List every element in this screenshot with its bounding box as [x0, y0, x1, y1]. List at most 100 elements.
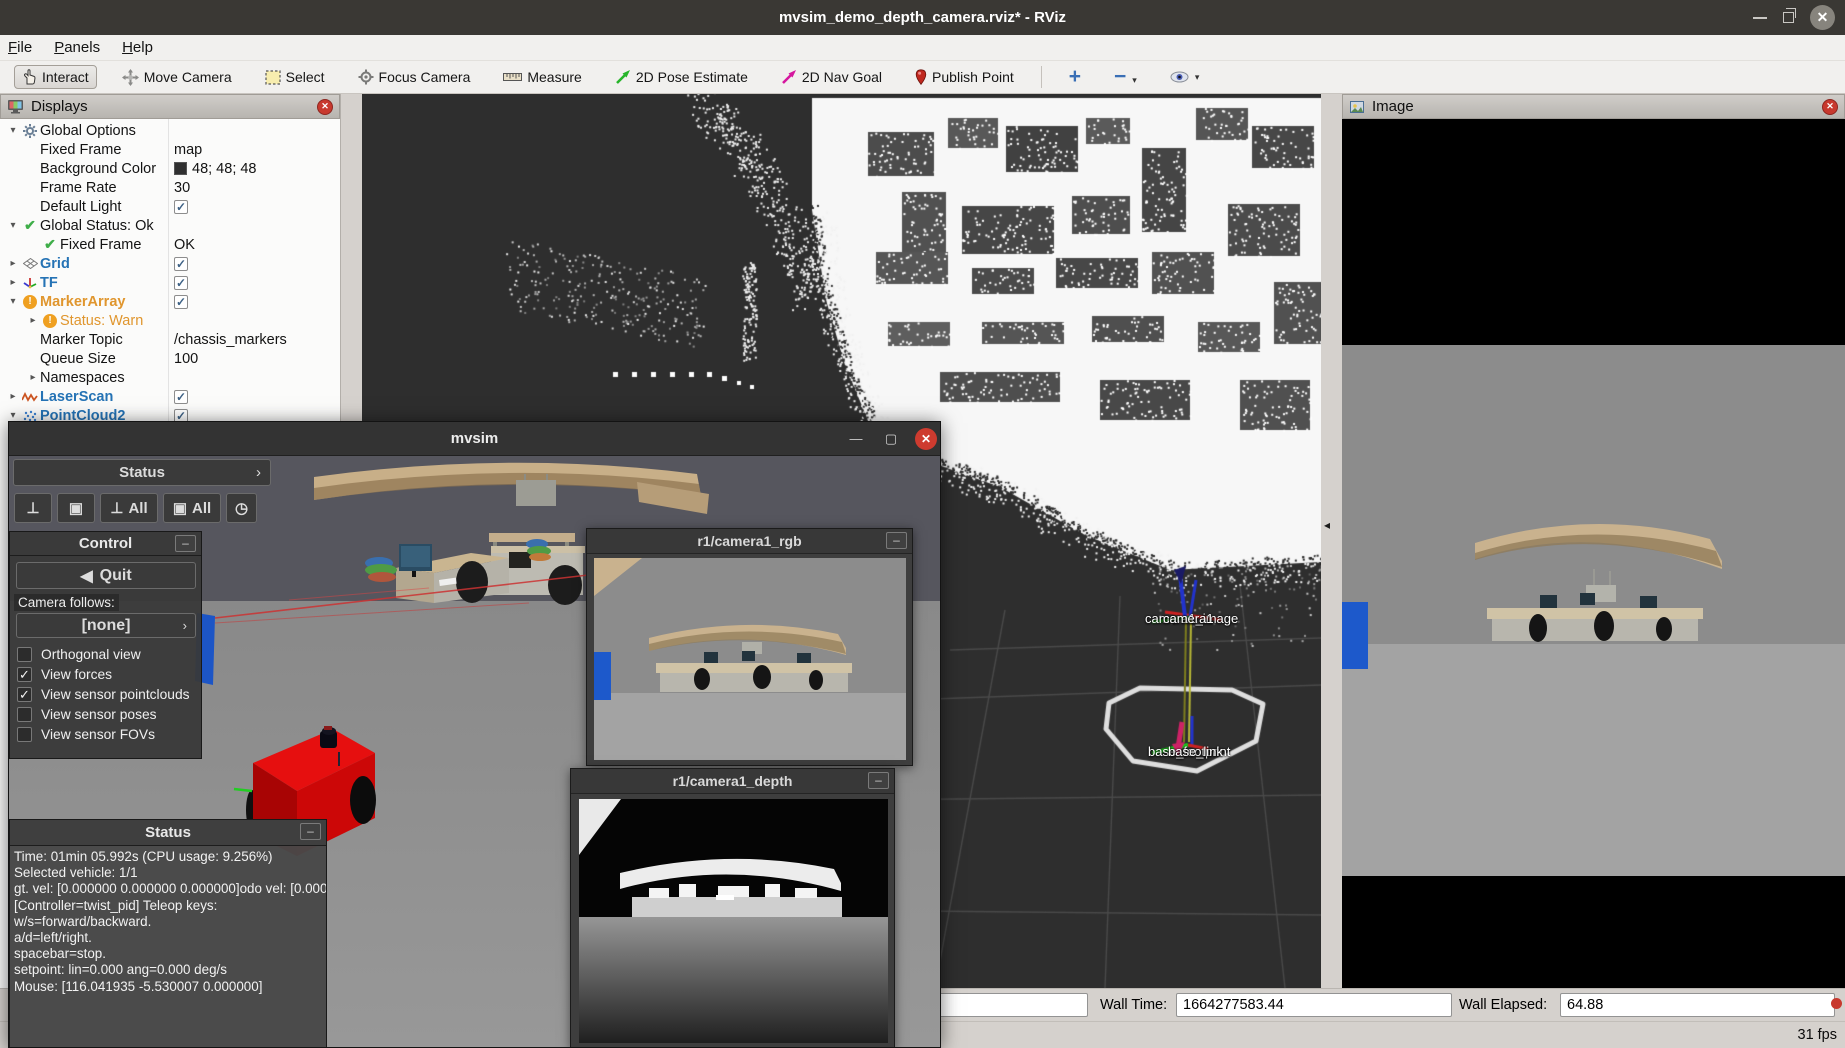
camera-depth-titlebar[interactable]: r1/camera1_depth –: [571, 769, 894, 794]
wall-time-input[interactable]: [1176, 993, 1452, 1017]
checkbox[interactable]: ✓: [174, 257, 188, 271]
display-row-grid[interactable]: ▸Grid✓: [0, 254, 340, 273]
tool-publish-point[interactable]: Publish Point: [907, 65, 1022, 89]
control-minimize-icon[interactable]: –: [175, 535, 196, 552]
tool-move-camera[interactable]: Move Camera: [114, 65, 240, 90]
status-line: Mouse: [116.041935 -5.530007 0.000000]: [14, 979, 322, 995]
mvsim-toolbar-button-3[interactable]: ▣All: [163, 493, 221, 523]
menu-help[interactable]: Help: [122, 37, 165, 58]
display-row-global-status-ok[interactable]: ▾✔Global Status: Ok: [0, 216, 340, 235]
checkbox[interactable]: ✓: [17, 687, 32, 702]
image-icon: [1349, 100, 1365, 114]
panel-splitter[interactable]: ◂: [1321, 94, 1342, 988]
checkbox[interactable]: ✓: [17, 667, 32, 682]
checkbox[interactable]: ✓: [174, 200, 188, 214]
display-row-background-color[interactable]: Background Color48; 48; 48: [0, 159, 340, 178]
expander-icon[interactable]: ▾: [6, 296, 20, 307]
camera-rgb-minimize-icon[interactable]: –: [886, 532, 907, 549]
display-row-global-options[interactable]: ▾ Global Options: [0, 121, 340, 140]
restore-icon[interactable]: [1783, 12, 1794, 23]
status-minimize-icon[interactable]: –: [300, 823, 321, 840]
time-panel-close-icon[interactable]: [1831, 998, 1842, 1009]
camera-rgb-titlebar[interactable]: r1/camera1_rgb –: [587, 529, 912, 554]
option-orthogonal-view[interactable]: Orthogonal view: [12, 644, 199, 664]
checkbox[interactable]: [17, 647, 32, 662]
expander-icon[interactable]: ▾: [6, 125, 20, 136]
camera-rgb-window[interactable]: r1/camera1_rgb –: [586, 528, 913, 766]
mvsim-titlebar[interactable]: mvsim — ▢ ✕: [9, 422, 940, 456]
camera-depth-minimize-icon[interactable]: –: [868, 772, 889, 789]
checkbox[interactable]: [17, 707, 32, 722]
checkbox[interactable]: ✓: [174, 390, 188, 404]
camera-follows-dropdown[interactable]: [none] ›: [16, 613, 196, 638]
mvsim-toolbar-button-2[interactable]: ⊥All: [100, 493, 158, 523]
collapse-arrow-icon[interactable]: ◂: [1324, 518, 1330, 532]
tool-pose-estimate[interactable]: 2D Pose Estimate: [607, 65, 756, 89]
mvsim-status-button[interactable]: Status ›: [13, 459, 271, 486]
mvsim-maximize-icon[interactable]: ▢: [883, 431, 899, 447]
wall-elapsed-input[interactable]: [1560, 993, 1835, 1017]
close-icon[interactable]: ✕: [1810, 5, 1835, 30]
display-name: Global Options: [40, 123, 136, 139]
image-close-icon[interactable]: ✕: [1822, 99, 1838, 115]
expander-icon[interactable]: ▸: [26, 315, 40, 326]
checkbox[interactable]: ✓: [174, 276, 188, 290]
expander-icon[interactable]: ▸: [6, 277, 20, 288]
control-panel-header[interactable]: Control –: [10, 532, 201, 556]
menu-panels[interactable]: Panels: [54, 37, 112, 58]
display-value[interactable]: 30: [174, 180, 190, 196]
checkbox[interactable]: ✓: [174, 295, 188, 309]
menu-file[interactable]: File: [8, 37, 44, 58]
minimize-icon[interactable]: [1753, 17, 1767, 19]
display-row-laserscan[interactable]: ▸LaserScan✓: [0, 387, 340, 406]
mvsim-minimize-icon[interactable]: —: [848, 431, 864, 447]
option-view-sensor-pointclouds[interactable]: ✓View sensor pointclouds: [12, 684, 199, 704]
display-row-markerarray[interactable]: ▾!MarkerArray✓: [0, 292, 340, 311]
display-row-marker-topic[interactable]: Marker Topic/chassis_markers: [0, 330, 340, 349]
mvsim-close-icon[interactable]: ✕: [915, 428, 937, 450]
expander-icon[interactable]: ▸: [6, 258, 20, 269]
tool-focus-camera[interactable]: Focus Camera: [350, 65, 479, 89]
option-view-sensor-fovs[interactable]: View sensor FOVs: [12, 724, 199, 744]
tool-interact[interactable]: Interact: [14, 65, 97, 89]
display-value[interactable]: 48; 48; 48: [174, 161, 257, 177]
mvsim-toolbar-button-0[interactable]: ⊥: [14, 493, 52, 523]
mvsim-window[interactable]: mvsim — ▢ ✕ Status › ⊥▣⊥All▣All◷ Control…: [8, 421, 941, 1048]
quit-button[interactable]: ◀ Quit: [16, 562, 196, 589]
displays-panel-header[interactable]: Displays ✕: [0, 94, 340, 119]
display-row-status-warn[interactable]: ▸!Status: Warn: [0, 311, 340, 330]
image-panel-header[interactable]: Image ✕: [1342, 94, 1845, 119]
displays-panel-title: Displays: [31, 98, 88, 115]
rviz-titlebar[interactable]: mvsim_demo_depth_camera.rviz* - RViz ✕: [0, 0, 1845, 35]
tool-select[interactable]: Select: [257, 65, 333, 89]
display-row-tf[interactable]: ▸TF✓: [0, 273, 340, 292]
expander-icon[interactable]: ▾: [6, 410, 20, 421]
camera-depth-window[interactable]: r1/camera1_depth –: [570, 768, 895, 1048]
display-value[interactable]: 100: [174, 351, 198, 367]
display-row-queue-size[interactable]: Queue Size100: [0, 349, 340, 368]
display-value[interactable]: OK: [174, 237, 195, 253]
remove-display-button[interactable]: −▾: [1106, 64, 1145, 90]
view-options-button[interactable]: ▾: [1162, 67, 1208, 87]
option-view-sensor-poses[interactable]: View sensor poses: [12, 704, 199, 724]
display-row-default-light[interactable]: Default Light✓: [0, 197, 340, 216]
checkbox[interactable]: [17, 727, 32, 742]
mvsim-toolbar-button-4[interactable]: ◷: [226, 493, 257, 523]
displays-close-icon[interactable]: ✕: [317, 99, 333, 115]
display-value[interactable]: map: [174, 142, 202, 158]
status-panel-header[interactable]: Status –: [10, 820, 326, 846]
expander-icon[interactable]: ▾: [6, 220, 20, 231]
add-display-button[interactable]: +: [1061, 64, 1089, 90]
display-value[interactable]: /chassis_markers: [174, 332, 287, 348]
option-view-forces[interactable]: ✓View forces: [12, 664, 199, 684]
display-row-frame-rate[interactable]: Frame Rate30: [0, 178, 340, 197]
display-row-fixed-frame[interactable]: ✔Fixed FrameOK: [0, 235, 340, 254]
expander-icon[interactable]: ▸: [6, 391, 20, 402]
expander-icon[interactable]: ▸: [26, 372, 40, 383]
mvsim-toolbar-button-1[interactable]: ▣: [57, 493, 95, 523]
tool-measure[interactable]: Measure: [495, 65, 589, 89]
display-row-fixed-frame[interactable]: Fixed Framemap: [0, 140, 340, 159]
camera-depth-image: [579, 799, 888, 1043]
display-row-namespaces[interactable]: ▸Namespaces: [0, 368, 340, 387]
tool-nav-goal[interactable]: 2D Nav Goal: [773, 65, 890, 89]
